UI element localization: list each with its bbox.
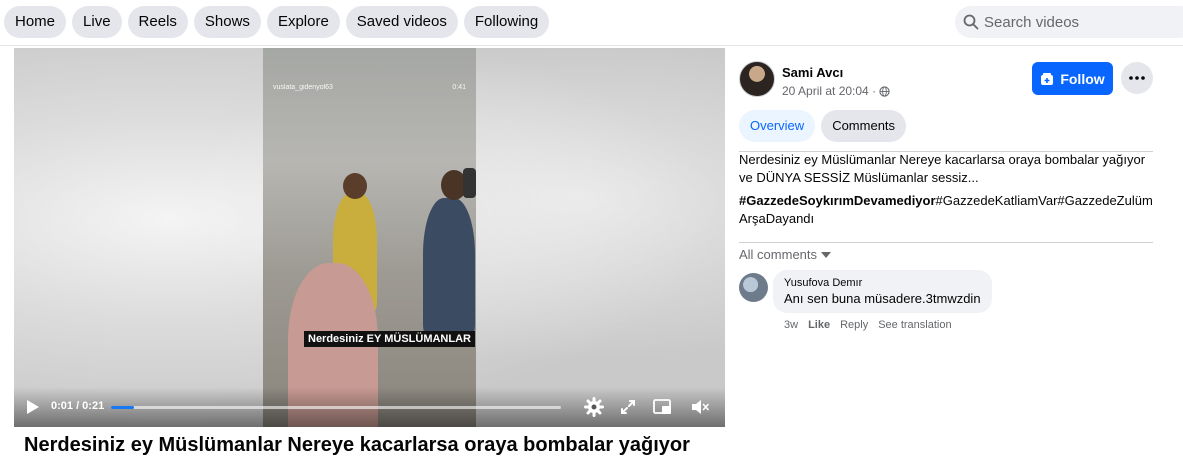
video-watermark: vuslata_gidenyol63 xyxy=(273,84,333,91)
mute-icon[interactable] xyxy=(690,397,710,417)
video-progress-bar[interactable] xyxy=(111,406,561,409)
follow-page-icon xyxy=(1041,72,1054,85)
hashtag-bold[interactable]: #GazzedeSoykırımDevamediyor xyxy=(739,193,936,208)
tab-reels[interactable]: Reels xyxy=(127,6,188,38)
nav-tabs: Home Live Reels Shows Explore Saved vide… xyxy=(4,6,550,38)
post-description: Nerdesiniz ey Müslümanlar Nereye kacarla… xyxy=(739,152,1146,185)
divider xyxy=(739,242,1153,243)
search-box[interactable] xyxy=(955,6,1183,38)
post-date-text: 20 April at 20:04 · xyxy=(782,84,877,98)
tab-comments[interactable]: Comments xyxy=(821,110,907,142)
tab-home[interactable]: Home xyxy=(4,6,67,38)
follow-button-label: Follow xyxy=(1060,70,1105,87)
search-input[interactable] xyxy=(984,13,1174,31)
video-player[interactable]: vuslata_gidenyol63 0:41 Nerdesiniz EY MÜ… xyxy=(14,48,725,427)
video-time: 0:01 / 0:21 xyxy=(51,400,105,412)
top-nav: Home Live Reels Shows Explore Saved vide… xyxy=(0,0,1183,46)
tab-overview[interactable]: Overview xyxy=(739,110,816,142)
comment-age[interactable]: 3w xyxy=(784,319,798,331)
follow-button[interactable]: Follow xyxy=(1032,62,1113,95)
all-comments-dropdown[interactable]: All comments xyxy=(739,247,832,262)
comment-text: Anı sen buna müsadere.3tmwzdin xyxy=(784,291,981,306)
post-date: 20 April at 20:04 · xyxy=(782,84,890,98)
video-overlay-time: 0:41 xyxy=(452,84,466,91)
tab-live[interactable]: Live xyxy=(72,6,122,38)
commenter-name[interactable]: Yusufova Demır xyxy=(784,277,981,289)
search-icon xyxy=(963,14,979,30)
settings-gear-icon[interactable] xyxy=(584,397,604,417)
video-title: Nerdesiniz ey Müslümanlar Nereye kacarla… xyxy=(24,434,690,456)
globe-icon xyxy=(879,85,890,97)
person-head xyxy=(343,173,367,199)
post-tabs: Overview Comments xyxy=(739,110,907,142)
comment-actions: 3w Like Reply See translation xyxy=(784,319,952,331)
fullscreen-expand-icon[interactable] xyxy=(618,397,638,417)
person-figure xyxy=(423,198,475,338)
mini-player-icon[interactable] xyxy=(652,397,672,417)
video-frame: vuslata_gidenyol63 0:41 Nerdesiniz EY MÜ… xyxy=(263,48,476,427)
video-caption: Nerdesiniz EY MÜSLÜMANLAR xyxy=(304,331,475,347)
see-translation-link[interactable]: See translation xyxy=(878,319,951,331)
author-avatar[interactable] xyxy=(739,61,775,97)
comment-bubble: Yusufova Demır Anı sen buna müsadere.3tm… xyxy=(773,270,992,313)
commenter-avatar[interactable] xyxy=(739,273,768,302)
comment-reply-button[interactable]: Reply xyxy=(840,319,868,331)
tab-following[interactable]: Following xyxy=(463,6,550,38)
more-horizontal-icon xyxy=(1129,76,1145,80)
tab-shows[interactable]: Shows xyxy=(193,6,261,38)
tab-saved-videos[interactable]: Saved videos xyxy=(345,6,458,38)
tab-explore[interactable]: Explore xyxy=(266,6,340,38)
video-progress-fill xyxy=(111,406,134,409)
video-controls: 0:01 / 0:21 xyxy=(14,387,725,427)
person-figure xyxy=(463,168,476,198)
more-options-button[interactable] xyxy=(1121,62,1153,94)
comment-like-button[interactable]: Like xyxy=(808,319,830,331)
chevron-down-icon xyxy=(821,251,832,258)
all-comments-label: All comments xyxy=(739,247,818,262)
play-icon[interactable] xyxy=(26,399,40,415)
author-name[interactable]: Sami Avcı xyxy=(782,65,843,80)
post-hashtags: #GazzedeSoykırımDevamediyor#GazzedeKatli… xyxy=(739,192,1153,228)
